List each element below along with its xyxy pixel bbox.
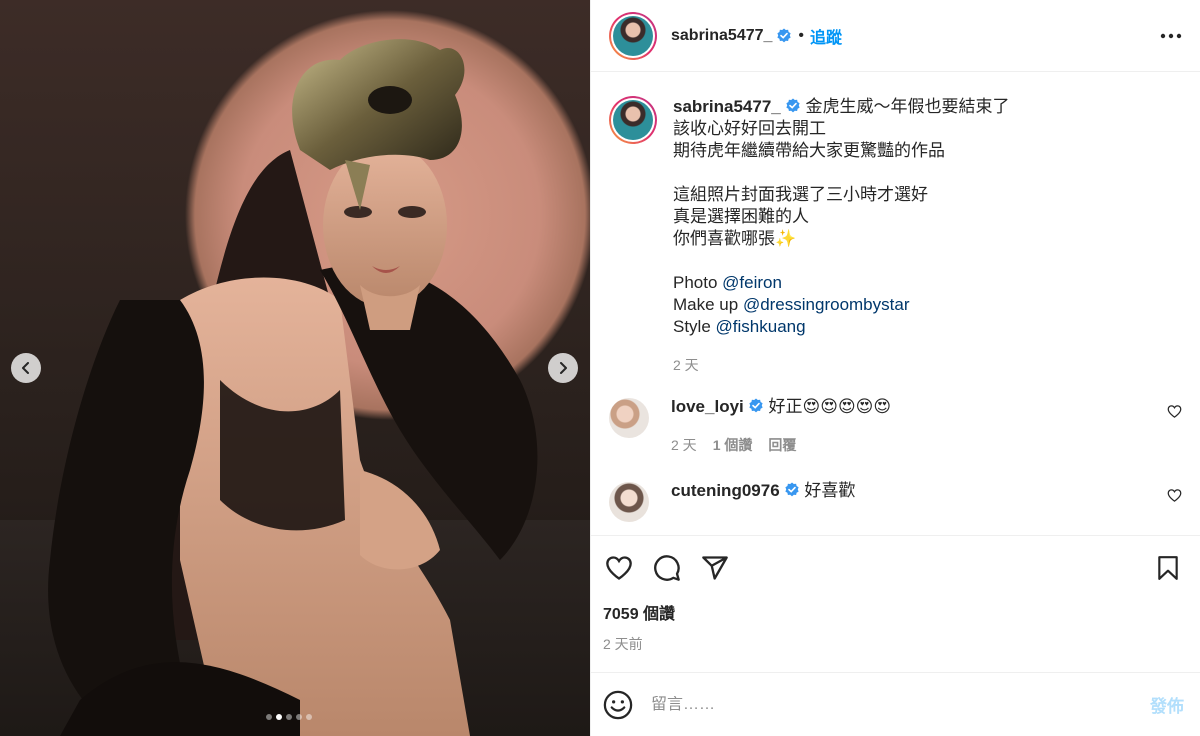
comment-username[interactable]: love_loyi (671, 397, 744, 416)
verified-icon (786, 98, 800, 113)
bookmark-icon (1158, 556, 1178, 580)
heart-icon (606, 556, 632, 580)
reply-button[interactable]: 回覆 (768, 434, 796, 456)
caption-line: 該收心好好回去開工 (673, 119, 826, 138)
chevron-left-icon (22, 362, 29, 374)
header-separator: • (798, 26, 805, 44)
post-panel: sabrina5477_ • 追蹤 sabrina5477_ 金虎生威～年假也要… (590, 0, 1200, 736)
comment-username[interactable]: cutening0976 (671, 481, 780, 500)
mention-link[interactable]: @dressingroombystar (743, 295, 910, 314)
comment-item: love_loyi 好正😍😍😍😍😍 2 天 1 個讚 回覆 (609, 396, 1182, 456)
carousel-dot (276, 714, 282, 720)
caption-line: 期待虎年繼續帶給大家更驚豔的作品 (673, 141, 945, 160)
caption-username[interactable]: sabrina5477_ (673, 97, 781, 116)
header-username[interactable]: sabrina5477_ (671, 27, 772, 45)
comment-time[interactable]: 2 天 (671, 434, 697, 456)
post-header: sabrina5477_ • 追蹤 (591, 0, 1200, 72)
carousel-dot (286, 714, 292, 720)
emoji-icon[interactable] (603, 690, 633, 720)
follow-button[interactable]: 追蹤 (810, 24, 842, 48)
caption-avatar[interactable] (609, 96, 657, 144)
caption-line: 你們喜歡哪張✨ (673, 229, 797, 248)
posted-time[interactable]: 2 天前 (603, 634, 1184, 654)
save-button[interactable] (1152, 552, 1184, 584)
heart-icon[interactable] (1167, 488, 1182, 503)
caption-line (673, 162, 1009, 184)
post-photo (48, 39, 538, 736)
caption-line: 金虎生威～年假也要結束了 (805, 97, 1010, 116)
caption-line: 真是選擇困難的人 (673, 207, 809, 226)
likes-count[interactable]: 7059 個讚 (603, 600, 1184, 624)
mention-link[interactable]: @fishkuang (716, 317, 806, 336)
heart-icon[interactable] (1167, 404, 1182, 419)
more-options-button[interactable] (1160, 25, 1182, 47)
credit-makeup: Make up @dressingroombystar (673, 294, 1009, 316)
like-button[interactable] (603, 552, 635, 584)
credit-label: Style (673, 317, 716, 336)
carousel-dots (266, 714, 312, 720)
carousel-prev-button[interactable] (11, 353, 41, 383)
caption-time[interactable]: 2 天 (673, 354, 1009, 376)
comment-likes[interactable]: 1 個讚 (713, 434, 753, 456)
carousel-dot (266, 714, 272, 720)
action-bar: 7059 個讚 2 天前 (591, 535, 1200, 654)
comment-meta: 2 天 1 個讚 回覆 (671, 434, 1182, 456)
chevron-right-icon (560, 362, 567, 374)
credit-photo: Photo @feiron (673, 272, 1009, 294)
carousel-dot (306, 714, 312, 720)
more-icon (1160, 33, 1182, 38)
credit-style: Style @fishkuang (673, 316, 1009, 338)
share-button[interactable] (699, 552, 731, 584)
comment-icon (654, 555, 680, 581)
avatar[interactable] (609, 11, 657, 60)
verified-icon (785, 482, 799, 497)
share-icon (702, 556, 728, 580)
carousel-dot (296, 714, 302, 720)
comment-avatar[interactable] (609, 398, 649, 438)
caption: sabrina5477_ 金虎生威～年假也要結束了 該收心好好回去開工 期待虎年… (609, 96, 1182, 376)
comment-input[interactable] (651, 695, 1150, 714)
comment-button[interactable] (651, 552, 683, 584)
add-comment-bar: 發佈 (591, 672, 1200, 736)
caption-line (673, 250, 1009, 272)
comment-item: cutening0976 好喜歡 (609, 480, 1182, 522)
post-comment-button[interactable]: 發佈 (1150, 692, 1184, 717)
verified-icon (749, 398, 763, 413)
comments-section[interactable]: sabrina5477_ 金虎生威～年假也要結束了 該收心好好回去開工 期待虎年… (591, 72, 1200, 535)
post-media[interactable] (0, 0, 590, 736)
comment-avatar[interactable] (609, 482, 649, 522)
carousel-next-button[interactable] (548, 353, 578, 383)
mention-link[interactable]: @feiron (722, 273, 782, 292)
credit-label: Photo (673, 273, 723, 292)
caption-line: 這組照片封面我選了三小時才選好 (673, 185, 928, 204)
verified-icon (777, 28, 792, 42)
credit-label: Make up (673, 295, 743, 314)
comment-text: 好喜歡 (804, 481, 856, 500)
comment-text: 好正😍😍😍😍😍 (768, 397, 892, 416)
